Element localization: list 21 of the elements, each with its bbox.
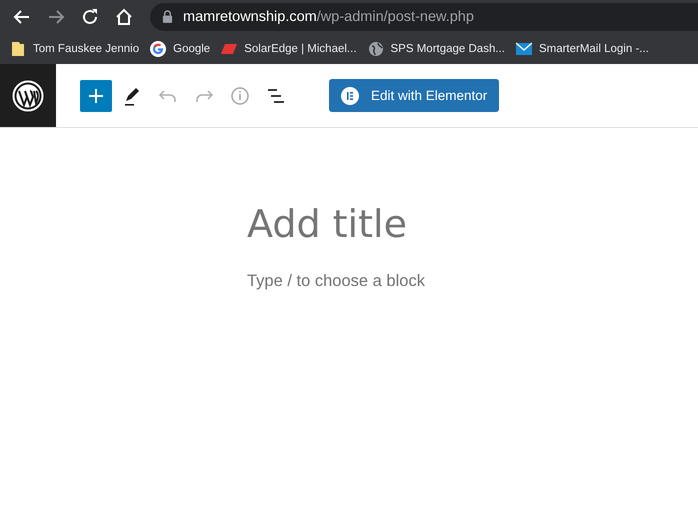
lock-icon (162, 10, 173, 23)
google-icon (150, 40, 166, 56)
elementor-icon (341, 86, 359, 104)
bookmark[interactable]: SmarterMail Login -... (516, 40, 649, 56)
bookmark[interactable]: SolarEdge | Michael... (221, 40, 357, 56)
logo-tile[interactable] (0, 64, 56, 127)
edit-with-elementor-button[interactable]: Edit with Elementor (329, 79, 500, 112)
reload-icon[interactable] (80, 6, 100, 26)
home-icon[interactable] (114, 6, 134, 26)
url-host: mamretownship.com (183, 8, 317, 24)
address-bar[interactable]: mamretownship.com/wp-admin/post-new.php (150, 2, 698, 30)
url-path: /wp-admin/post-new.php (316, 8, 474, 24)
block-placeholder[interactable]: Type / to choose a block (247, 272, 425, 291)
bookmark[interactable]: Tom Fauskee Jennio (10, 40, 140, 56)
wordpress-logo-icon (12, 80, 44, 112)
globe-icon (368, 40, 384, 56)
envelope-icon (516, 40, 532, 56)
add-block-button[interactable] (80, 80, 112, 112)
bookmark[interactable]: Google (150, 40, 210, 56)
folder-icon (10, 40, 26, 56)
bookmark[interactable]: SPS Mortgage Dash... (368, 40, 505, 56)
